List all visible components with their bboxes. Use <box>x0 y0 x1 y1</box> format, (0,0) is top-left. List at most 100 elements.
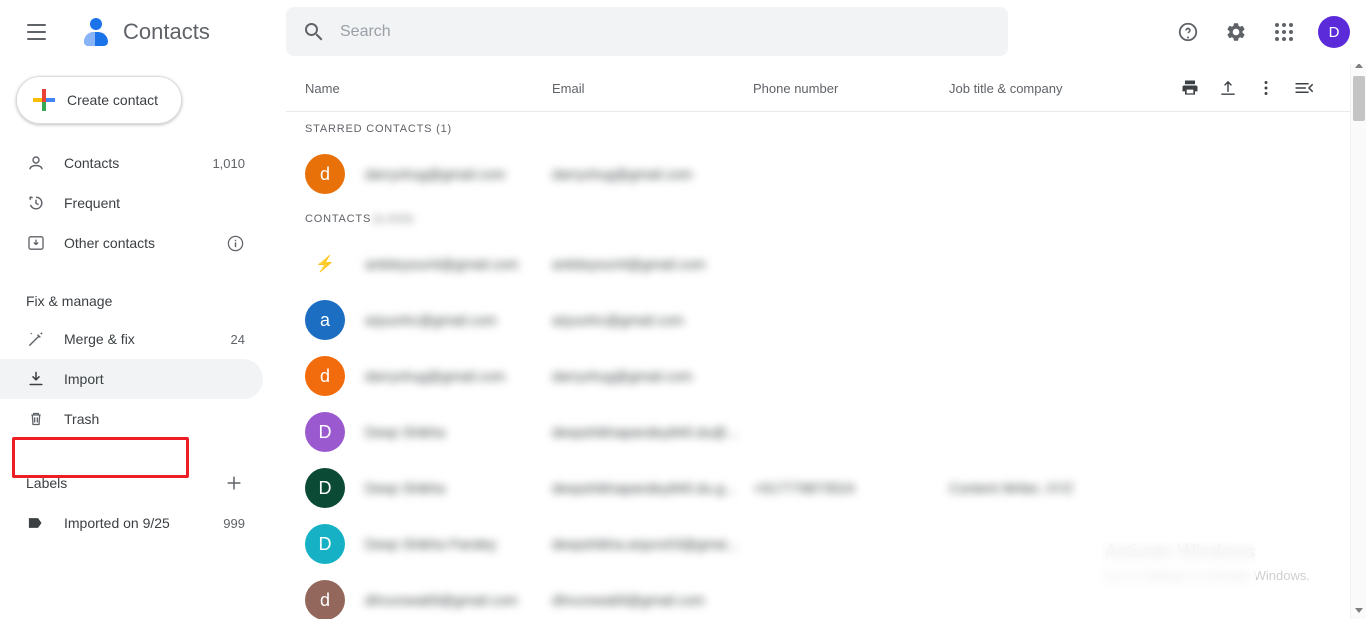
label-tag-icon <box>26 513 46 533</box>
search-input[interactable] <box>340 22 1008 41</box>
search-bar[interactable] <box>286 7 1008 56</box>
cell-email: deepshikha.anjuro03@gmai... <box>552 536 739 552</box>
download-icon <box>26 369 46 389</box>
avatar-initial: d <box>305 154 345 194</box>
cell-name: arjuunhc@gmail.com <box>365 312 497 328</box>
scroll-down-arrow-icon[interactable] <box>1351 602 1366 619</box>
contacts-person-icon <box>78 14 114 50</box>
sidebar-item-other-contacts[interactable]: Other contacts <box>0 223 263 263</box>
page-title: Contacts <box>123 19 210 44</box>
cell-email: deepshikhapandey840.du@... <box>552 424 739 440</box>
column-header-job[interactable]: Job title & company <box>949 81 1062 96</box>
avatar: d <box>305 356 345 396</box>
sidebar-item-contacts[interactable]: Contacts 1,010 <box>0 143 263 183</box>
sidebar-item-label: Trash <box>64 411 100 427</box>
help-icon[interactable] <box>1168 12 1208 52</box>
group-header-starred: STARRED CONTACTS (1) <box>286 112 1350 146</box>
column-header-phone[interactable]: Phone number <box>753 81 838 96</box>
sidebar-item-merge-and-fix[interactable]: Merge & fix 24 <box>0 319 263 359</box>
cell-name: Deep Shikha <box>365 424 446 440</box>
avatar-initial: a <box>305 300 345 340</box>
column-header-email[interactable]: Email <box>552 81 585 96</box>
sidebar-item-label: Contacts <box>64 155 120 171</box>
gear-icon[interactable] <box>1216 12 1256 52</box>
table-row[interactable]: d dhruvswati9@gmail.com dhruvswati9@gmai… <box>286 572 1350 619</box>
table-row[interactable]: a arjuunhc@gmail.com arjuunhc@gmail.com <box>286 292 1350 348</box>
cell-name: dhruvswati9@gmail.com <box>365 592 518 608</box>
cell-name: darryxhug@gmail.com <box>365 166 506 182</box>
sidebar: Create contact Contacts 1,010 Frequent O… <box>0 64 286 619</box>
primary-nav: Contacts 1,010 Frequent Other contacts F… <box>0 143 286 543</box>
group-title: STARRED CONTACTS (1) <box>305 123 452 135</box>
contacts-app-window: Contacts D <box>0 0 1366 619</box>
cell-name: ankiteyouri4@gmail.com <box>365 256 519 272</box>
sidebar-item-label: Frequent <box>64 195 121 211</box>
print-icon[interactable] <box>1172 70 1208 106</box>
topbar-actions: D <box>1160 0 1352 64</box>
sidebar-item-label: Import <box>64 371 104 387</box>
cell-email: darryxhug@gmail.com <box>552 166 693 182</box>
sidebar-item-label: Other contacts <box>64 235 156 251</box>
sidebar-item-count: 24 <box>230 331 245 347</box>
sidebar-item-label-imported[interactable]: Imported on 9/25 999 <box>0 503 263 543</box>
apps-grid-icon[interactable] <box>1264 12 1304 52</box>
hamburger-menu-icon[interactable] <box>12 8 60 56</box>
cell-name: darryxhug@gmail.com <box>365 368 506 384</box>
table-row[interactable]: d darryxhug@gmail.com darryxhug@gmail.co… <box>286 146 1350 202</box>
vertical-scrollbar[interactable] <box>1350 57 1366 619</box>
avatar-initial: D <box>305 524 345 564</box>
sidebar-item-import[interactable]: Import <box>0 359 263 399</box>
sidebar-item-label: Merge & fix <box>64 331 135 347</box>
column-header-name[interactable]: Name <box>305 81 340 96</box>
avatar-broken-image-icon: ⚡ <box>315 256 335 273</box>
table-row[interactable]: D Deep Shikha Pandey deepshikha.anjuro03… <box>286 516 1350 572</box>
app-brand[interactable]: Contacts <box>78 14 210 50</box>
table-row[interactable]: ⚡ ankiteyouri4@gmail.com ankiteyouri4@gm… <box>286 236 1350 292</box>
sidebar-item-trash[interactable]: Trash <box>0 399 263 439</box>
magic-wand-icon <box>26 329 46 349</box>
create-contact-button[interactable]: Create contact <box>16 76 182 124</box>
contacts-table-panel: Name Email Phone number Job title & comp… <box>286 64 1350 619</box>
history-clock-icon <box>26 193 46 213</box>
fix-manage-heading: Fix & manage <box>26 293 113 309</box>
group-title: CONTACTS <box>305 213 372 225</box>
table-row[interactable]: D Deep Shikha deepshikhapandey840.du@... <box>286 404 1350 460</box>
table-row[interactable]: D Deep Shikha deepshikhapandey840.du.g..… <box>286 460 1350 516</box>
create-contact-label: Create contact <box>67 92 159 108</box>
avatar: D <box>305 412 345 452</box>
list-density-icon[interactable] <box>1286 70 1322 106</box>
table-row[interactable]: d darryxhug@gmail.com darryxhug@gmail.co… <box>286 348 1350 404</box>
avatar: d <box>305 580 345 619</box>
group-count: (1,010) <box>373 213 414 225</box>
create-label-plus-icon[interactable] <box>222 471 246 495</box>
cell-email: deepshikhapandey840.du.g... <box>552 480 736 496</box>
avatar: a <box>305 300 345 340</box>
cell-name: Deep Shikha Pandey <box>365 536 497 552</box>
avatar: D <box>305 468 345 508</box>
sidebar-item-count: 999 <box>223 515 245 531</box>
export-upload-icon[interactable] <box>1210 70 1246 106</box>
cell-name: Deep Shikha <box>365 480 446 496</box>
contacts-list: STARRED CONTACTS (1) d darryxhug@gmail.c… <box>286 112 1350 619</box>
avatar-initial: d <box>305 580 345 619</box>
person-outline-icon <box>26 153 46 173</box>
labels-heading: Labels <box>26 475 68 491</box>
cell-job: Content Writer, XYZ <box>949 480 1074 496</box>
plus-icon <box>33 89 55 111</box>
sidebar-item-label: Imported on 9/25 <box>64 515 170 531</box>
avatar[interactable]: D <box>1318 16 1350 48</box>
table-header-actions <box>1170 70 1322 106</box>
info-icon[interactable] <box>225 233 245 253</box>
scrollbar-thumb[interactable] <box>1353 76 1365 121</box>
labels-section-header: Labels <box>0 469 286 497</box>
more-vert-icon[interactable] <box>1248 70 1284 106</box>
search-icon <box>305 22 323 40</box>
group-header-contacts: CONTACTS (1,010) <box>286 202 1350 236</box>
sidebar-item-frequent[interactable]: Frequent <box>0 183 263 223</box>
archive-box-icon <box>26 233 46 253</box>
cell-email: ankiteyouri4@gmail.com <box>552 256 706 272</box>
cell-email: dhruvswati9@gmail.com <box>552 592 705 608</box>
avatar: D <box>305 524 345 564</box>
avatar: d <box>305 154 345 194</box>
table-header-row: Name Email Phone number Job title & comp… <box>286 64 1350 112</box>
